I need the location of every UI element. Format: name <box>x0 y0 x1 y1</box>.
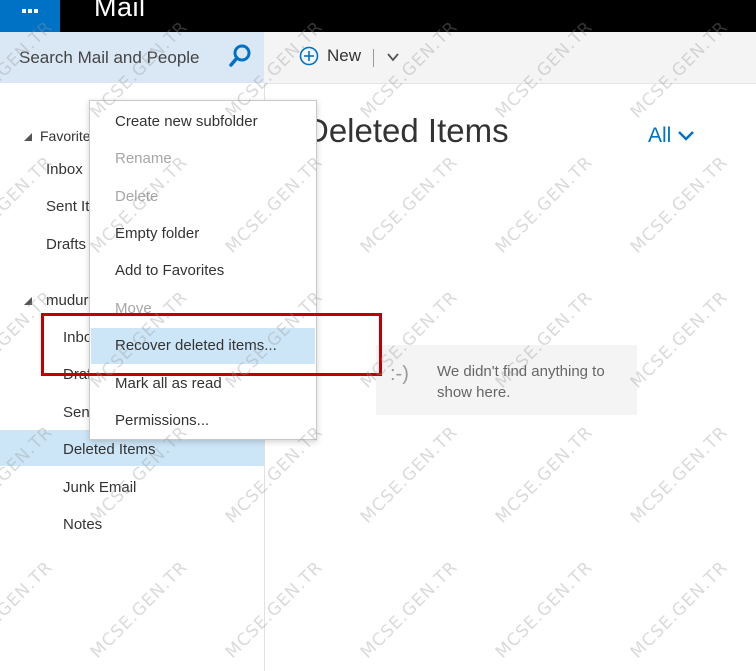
collapse-caret-icon[interactable] <box>22 131 34 143</box>
favorites-header[interactable]: Favorite <box>40 128 91 144</box>
new-button[interactable]: New <box>299 46 361 66</box>
watermark-text: MCSE.GEN.TR <box>491 422 597 528</box>
watermark-text: MCSE.GEN.TR <box>626 287 732 393</box>
account-header[interactable]: mudur <box>46 292 89 309</box>
annotation-highlight <box>41 313 382 376</box>
watermark-text: MCSE.GEN.TR <box>356 557 462 663</box>
chevron-down-icon <box>678 131 695 141</box>
search-icon[interactable] <box>228 43 254 69</box>
empty-message: We didn't find anything to show here. <box>437 363 605 401</box>
watermark-text: MCSE.GEN.TR <box>356 422 462 528</box>
waffle-icon <box>22 9 38 13</box>
menu-item-permissions[interactable]: Permissions... <box>90 403 316 439</box>
command-bar: New <box>264 32 756 84</box>
watermark-text: MCSE.GEN.TR <box>491 152 597 258</box>
new-button-label: New <box>327 46 362 65</box>
search-box[interactable]: Search Mail and People <box>0 32 264 83</box>
watermark-text: MCSE.GEN.TR <box>491 557 597 663</box>
plus-circle-icon <box>299 46 319 66</box>
menu-item-add-to-favorites[interactable]: Add to Favorites <box>90 253 316 289</box>
search-input[interactable]: Search Mail and People <box>19 48 200 68</box>
folder-item[interactable]: Drafts <box>46 236 86 253</box>
app-launcher-button[interactable] <box>0 0 60 32</box>
top-bar: Mail <box>0 0 756 32</box>
filter-label: All <box>648 124 672 147</box>
chevron-down-icon[interactable] <box>386 50 400 64</box>
menu-item-delete[interactable]: Delete <box>90 179 316 215</box>
watermark-text: MCSE.GEN.TR <box>626 557 732 663</box>
menu-item-empty-folder[interactable]: Empty folder <box>90 216 316 252</box>
menu-item-create-subfolder[interactable]: Create new subfolder <box>90 104 316 140</box>
menu-item-rename[interactable]: Rename <box>90 141 316 177</box>
folder-item[interactable]: Inbox <box>46 161 83 178</box>
app-title: Mail <box>94 0 146 22</box>
folder-context-menu: Create new subfolder Rename Delete Empty… <box>89 100 317 440</box>
folder-item[interactable]: Notes <box>63 516 102 533</box>
empty-state: :-) We didn't find anything to show here… <box>376 345 637 415</box>
watermark-text: MCSE.GEN.TR <box>356 152 462 258</box>
folder-item[interactable]: Sen <box>63 404 90 421</box>
folder-item[interactable]: Sent It <box>46 198 89 215</box>
folder-item[interactable]: Junk Email <box>63 479 136 496</box>
collapse-caret-icon[interactable] <box>22 295 34 307</box>
watermark-text: MCSE.GEN.TR <box>626 422 732 528</box>
toolbar-divider <box>373 49 374 67</box>
empty-face: :-) <box>390 363 409 385</box>
filter-dropdown[interactable]: All <box>648 124 695 148</box>
watermark-text: MCSE.GEN.TR <box>626 152 732 258</box>
page-title: Deleted Items <box>305 112 509 149</box>
folder-item-selected[interactable]: Deleted Items <box>63 441 156 458</box>
